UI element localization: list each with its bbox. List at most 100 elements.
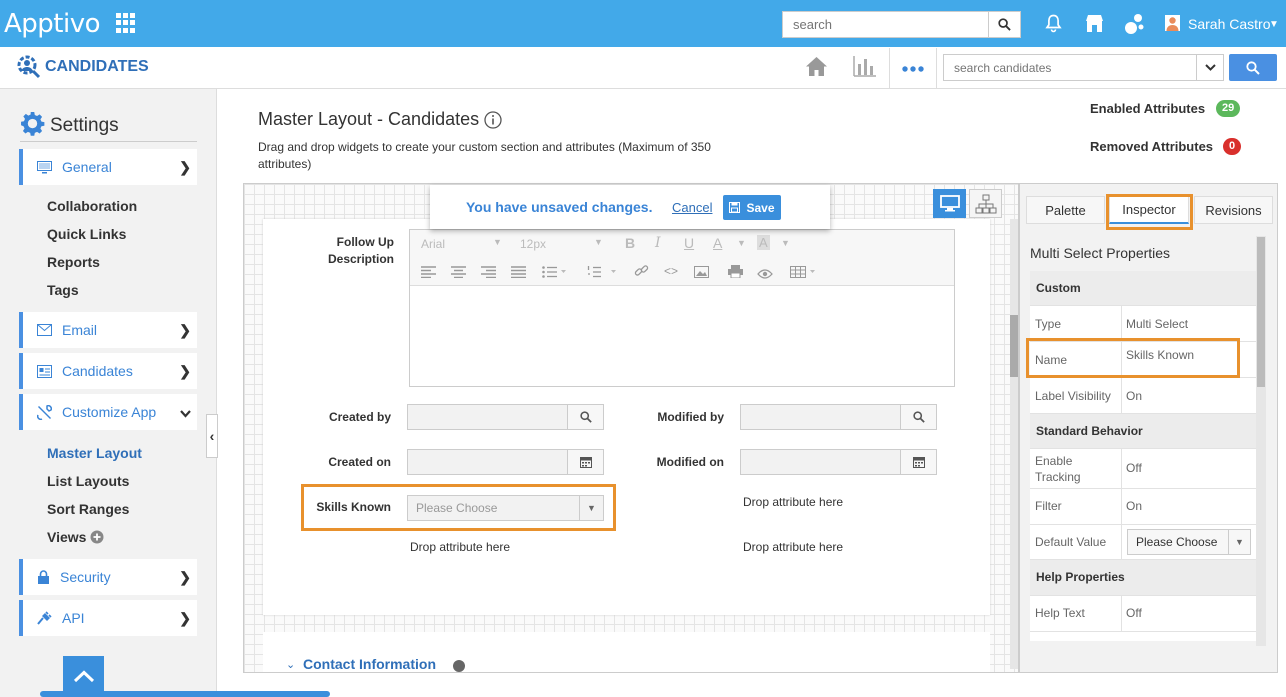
- print-icon[interactable]: [728, 265, 743, 283]
- property-label: Help Text: [1035, 606, 1085, 620]
- save-button[interactable]: Save: [723, 195, 781, 220]
- sidebar-subitem-quick-links[interactable]: Quick Links: [47, 226, 126, 242]
- drop-zone[interactable]: Drop attribute here: [410, 540, 510, 554]
- sidebar-subitem-list-layouts[interactable]: List Layouts: [47, 473, 129, 489]
- chevron-down-icon[interactable]: ▼: [1228, 530, 1250, 554]
- sidebar-subitem-sort-ranges[interactable]: Sort Ranges: [47, 501, 129, 517]
- modified-on-input[interactable]: [740, 449, 901, 475]
- calendar-icon[interactable]: [900, 449, 937, 475]
- chevron-down-icon[interactable]: ▼: [781, 238, 790, 248]
- enabled-attributes-count-badge[interactable]: 29: [1216, 100, 1241, 117]
- removed-attributes-label[interactable]: Removed Attributes: [1090, 139, 1213, 154]
- property-value[interactable]: Off: [1126, 461, 1142, 475]
- tab-palette[interactable]: Palette: [1026, 196, 1105, 224]
- property-row-filter[interactable]: Filter On: [1030, 489, 1256, 525]
- chevron-down-icon[interactable]: ▼: [737, 238, 746, 248]
- chevron-down-icon[interactable]: ▼: [493, 237, 502, 247]
- image-icon[interactable]: [694, 265, 709, 283]
- created-on-input[interactable]: [407, 449, 568, 475]
- home-icon[interactable]: [805, 56, 828, 82]
- cancel-link[interactable]: Cancel: [672, 200, 712, 215]
- tab-revisions[interactable]: Revisions: [1194, 196, 1273, 224]
- chevron-down-icon[interactable]: ⌄: [286, 658, 295, 671]
- info-icon[interactable]: [484, 111, 502, 134]
- property-row-enable-tracking[interactable]: Enable Tracking Off: [1030, 449, 1256, 489]
- modified-by-input[interactable]: [740, 404, 901, 430]
- text-color-icon[interactable]: A: [713, 235, 722, 251]
- avatar[interactable]: [1165, 15, 1180, 31]
- sidebar-subitem-tags[interactable]: Tags: [47, 282, 79, 298]
- drop-zone[interactable]: Drop attribute here: [743, 495, 843, 509]
- created-by-input[interactable]: [407, 404, 568, 430]
- chevron-down-icon[interactable]: ▼: [594, 237, 603, 247]
- section-title[interactable]: Contact Information: [303, 656, 436, 672]
- skills-known-select[interactable]: Please Choose: [407, 495, 604, 521]
- property-value[interactable]: On: [1126, 499, 1142, 513]
- sidebar-subitem-views[interactable]: Views: [47, 529, 86, 545]
- user-name[interactable]: Sarah Castro: [1188, 16, 1270, 32]
- underline-icon[interactable]: U: [684, 235, 694, 251]
- search-icon[interactable]: [1229, 54, 1277, 81]
- sidebar-item-customize-app[interactable]: Customize App: [19, 394, 197, 430]
- sidebar-subitem-master-layout[interactable]: Master Layout: [47, 445, 142, 461]
- collapse-sidebar-button[interactable]: ‹: [206, 414, 218, 458]
- italic-icon[interactable]: I: [655, 235, 661, 251]
- more-options-icon[interactable]: [889, 48, 937, 89]
- drop-zone[interactable]: Drop attribute here: [743, 540, 843, 554]
- desktop-view-icon[interactable]: [933, 189, 966, 218]
- link-icon[interactable]: [634, 264, 649, 283]
- align-justify-icon[interactable]: [511, 265, 526, 283]
- font-family-select[interactable]: Arial: [421, 237, 445, 251]
- store-icon[interactable]: [1085, 14, 1104, 38]
- bold-icon[interactable]: B: [625, 235, 635, 251]
- chevron-down-icon[interactable]: ▼: [1269, 19, 1279, 30]
- align-left-icon[interactable]: [421, 265, 436, 283]
- align-right-icon[interactable]: [481, 265, 496, 283]
- enabled-attributes-label[interactable]: Enabled Attributes: [1090, 101, 1205, 116]
- reports-chart-icon[interactable]: [853, 56, 877, 82]
- hierarchy-view-icon[interactable]: [969, 189, 1002, 218]
- sidebar-subitem-reports[interactable]: Reports: [47, 254, 100, 270]
- sidebar-item-candidates[interactable]: Candidates ❯: [19, 353, 197, 389]
- property-value[interactable]: Off: [1126, 606, 1142, 620]
- chevron-down-icon[interactable]: ▼: [579, 496, 603, 520]
- add-view-icon[interactable]: [90, 530, 104, 549]
- section-info-icon[interactable]: [453, 660, 465, 672]
- sidebar-item-security[interactable]: Security ❯: [19, 559, 197, 595]
- property-row-help-text[interactable]: Help Text Off: [1030, 596, 1256, 632]
- sidebar-subitem-collaboration[interactable]: Collaboration: [47, 198, 137, 214]
- share-icon[interactable]: [1124, 13, 1144, 40]
- bullet-list-icon[interactable]: [542, 265, 566, 283]
- code-icon[interactable]: <>: [664, 264, 678, 278]
- canvas-scrollbar[interactable]: [1010, 219, 1018, 669]
- numbered-list-icon[interactable]: [587, 265, 620, 283]
- sidebar-item-label: General: [62, 159, 112, 175]
- font-size-select[interactable]: 12px: [520, 237, 546, 251]
- canvas-scrollbar-thumb[interactable]: [1010, 315, 1018, 377]
- floppy-disk-icon: [729, 202, 741, 213]
- preview-eye-icon[interactable]: [757, 266, 773, 284]
- bell-icon[interactable]: [1045, 14, 1062, 38]
- apptivo-logo[interactable]: Apptivo: [4, 9, 101, 39]
- property-value[interactable]: On: [1126, 389, 1142, 403]
- search-icon[interactable]: [567, 404, 604, 430]
- search-icon[interactable]: [900, 404, 937, 430]
- chevron-down-icon[interactable]: [1196, 54, 1224, 81]
- search-icon[interactable]: [988, 11, 1021, 38]
- property-row-label-visibility[interactable]: Label Visibility On: [1030, 378, 1256, 414]
- align-center-icon[interactable]: [451, 265, 466, 283]
- sidebar-item-general[interactable]: General ❯: [19, 149, 197, 185]
- candidates-search-input[interactable]: [943, 54, 1197, 81]
- app-title[interactable]: CANDIDATES: [45, 58, 149, 76]
- property-label: Default Value: [1035, 535, 1107, 549]
- highlight-color-icon[interactable]: A: [757, 235, 770, 250]
- calendar-icon[interactable]: [567, 449, 604, 475]
- table-icon[interactable]: [790, 265, 818, 283]
- bottom-toolbar[interactable]: [40, 691, 330, 697]
- sidebar-item-api[interactable]: API ❯: [19, 600, 197, 636]
- removed-attributes-count-badge[interactable]: 0: [1223, 138, 1242, 155]
- sidebar-item-email[interactable]: Email ❯: [19, 312, 197, 348]
- app-grid-icon[interactable]: [116, 13, 136, 33]
- global-search-input[interactable]: [782, 11, 989, 38]
- inspector-scrollbar-thumb[interactable]: [1257, 237, 1265, 387]
